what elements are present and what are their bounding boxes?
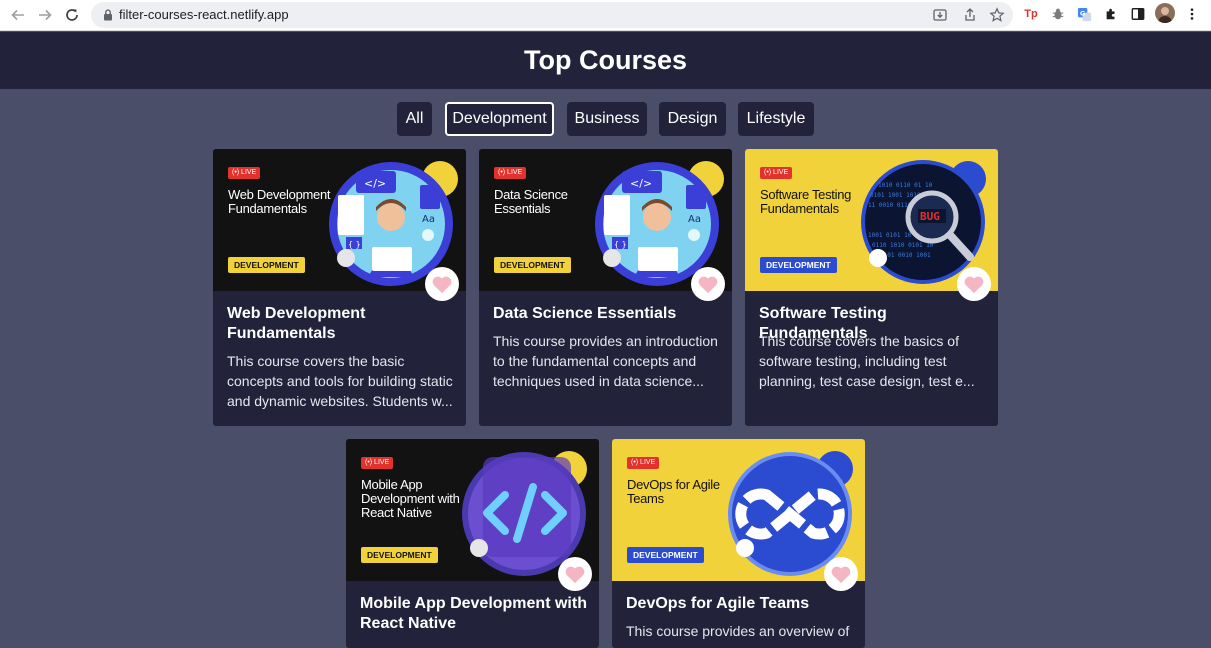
live-badge: (•) LIVE: [627, 457, 660, 469]
course-thumbnail: (•) LIVE DevOps for Agile Teams DEVELOPM…: [612, 439, 865, 581]
category-badge: DEVELOPMENT: [627, 547, 704, 563]
heart-icon: [831, 566, 851, 584]
svg-text:1010 0110 01 10: 1010 0110 01 10: [878, 182, 933, 189]
brackets-label: { }: [614, 240, 627, 249]
course-title: Data Science Essentials: [493, 305, 677, 322]
category-badge: DEVELOPMENT: [494, 257, 571, 273]
sidebar-icon[interactable]: [1129, 5, 1147, 23]
filter-all-button[interactable]: All: [397, 102, 432, 136]
brackets-label: { }: [348, 240, 361, 249]
filter-development-button[interactable]: Development: [445, 102, 554, 136]
svg-text:0110 1010 0101 10: 0110 1010 0101 10: [872, 242, 934, 249]
heart-icon: [432, 276, 452, 294]
decor-dot: [470, 539, 488, 557]
live-badge: (•) LIVE: [228, 167, 261, 179]
live-badge: (•) LIVE: [494, 167, 527, 179]
page: Top Courses All Development Business Des…: [0, 32, 1211, 648]
course-description: This course covers the basics of softwar…: [759, 333, 975, 389]
favorite-button[interactable]: [824, 557, 858, 591]
browser-toolbar: filter-courses-react.netlify.app Tp G: [0, 0, 1211, 31]
heart-icon: [698, 276, 718, 294]
course-description: This course provides an overview of: [626, 623, 850, 639]
install-icon[interactable]: [932, 7, 948, 23]
bug-label: BUG: [920, 210, 940, 223]
reload-icon[interactable]: [61, 4, 83, 26]
course-card[interactable]: (•) LIVE Software Testing Fundamentals D…: [745, 149, 998, 426]
category-badge: DEVELOPMENT: [228, 257, 305, 273]
course-thumbnail: (•) LIVE Data Science Essentials DEVELOP…: [479, 149, 732, 291]
address-bar[interactable]: filter-courses-react.netlify.app: [91, 2, 1013, 28]
course-card[interactable]: (•) LIVE DevOps for Agile Teams DEVELOPM…: [612, 439, 865, 648]
thumbnail-title: DevOps for Agile Teams: [627, 477, 720, 506]
decor-dot: [337, 249, 355, 267]
code-tag-label: </>: [364, 177, 386, 190]
filter-bar: All Development Business Design Lifestyl…: [0, 102, 1211, 136]
course-thumbnail: (•) LIVE Web Development Fundamentals DE…: [213, 149, 466, 291]
code-tag-label: </>: [630, 177, 652, 190]
page-title: Top Courses: [523, 45, 687, 75]
heart-icon: [565, 566, 585, 584]
svg-text:G: G: [1079, 9, 1084, 17]
decor-dot: [869, 249, 887, 267]
course-thumbnail: (•) LIVE Mobile App Development with Rea…: [346, 439, 599, 581]
bug-extension-icon[interactable]: [1049, 5, 1067, 23]
thumbnail-title: Data Science Essentials: [494, 187, 568, 216]
live-badge: (•) LIVE: [760, 167, 793, 179]
translate-extension-icon[interactable]: G: [1075, 5, 1093, 23]
favorite-button[interactable]: [957, 267, 991, 301]
tp-extension-icon[interactable]: Tp: [1022, 5, 1040, 23]
back-arrow-icon[interactable]: [7, 4, 29, 26]
category-badge: DEVELOPMENT: [361, 547, 438, 563]
site-header: Top Courses: [0, 32, 1211, 89]
menu-icon[interactable]: [1183, 5, 1201, 23]
url-text: filter-courses-react.netlify.app: [119, 7, 289, 22]
category-badge: DEVELOPMENT: [760, 257, 837, 273]
aa-label: Aa: [422, 214, 435, 225]
filter-business-button[interactable]: Business: [567, 102, 647, 136]
course-thumbnail: (•) LIVE Software Testing Fundamentals D…: [745, 149, 998, 291]
thumbnail-title: Mobile App Development with React Native: [361, 477, 460, 520]
live-badge: (•) LIVE: [361, 457, 394, 469]
course-card[interactable]: (•) LIVE Mobile App Development with Rea…: [346, 439, 599, 648]
filter-lifestyle-button[interactable]: Lifestyle: [738, 102, 814, 136]
course-title: DevOps for Agile Teams: [626, 595, 810, 612]
avatar[interactable]: [1155, 3, 1175, 23]
heart-icon: [964, 276, 984, 294]
favorite-button[interactable]: [691, 267, 725, 301]
course-title: Web Development Fundamentals: [227, 305, 366, 342]
filter-design-button[interactable]: Design: [659, 102, 726, 136]
favorite-button[interactable]: [558, 557, 592, 591]
course-card[interactable]: (•) LIVE Web Development Fundamentals DE…: [213, 149, 466, 426]
aa-label: Aa: [688, 214, 701, 225]
course-description: This course provides an introduction to …: [493, 333, 718, 389]
favorite-button[interactable]: [425, 267, 459, 301]
course-title: Mobile App Development with React Native: [360, 595, 587, 632]
star-icon[interactable]: [989, 7, 1005, 23]
course-card[interactable]: (•) LIVE Data Science Essentials DEVELOP…: [479, 149, 732, 426]
svg-text:1101 0010 1001: 1101 0010 1001: [880, 252, 931, 259]
course-description: This course covers the basic concepts an…: [227, 353, 453, 409]
thumbnail-title: Web Development Fundamentals: [228, 187, 331, 216]
thumbnail-title: Software Testing Fundamentals: [760, 187, 852, 216]
extension-icon[interactable]: [1102, 5, 1120, 23]
lock-icon[interactable]: [101, 8, 115, 22]
share-icon[interactable]: [962, 7, 978, 23]
decor-dot: [603, 249, 621, 267]
decor-dot: [736, 539, 754, 557]
forward-arrow-icon[interactable]: [34, 4, 56, 26]
